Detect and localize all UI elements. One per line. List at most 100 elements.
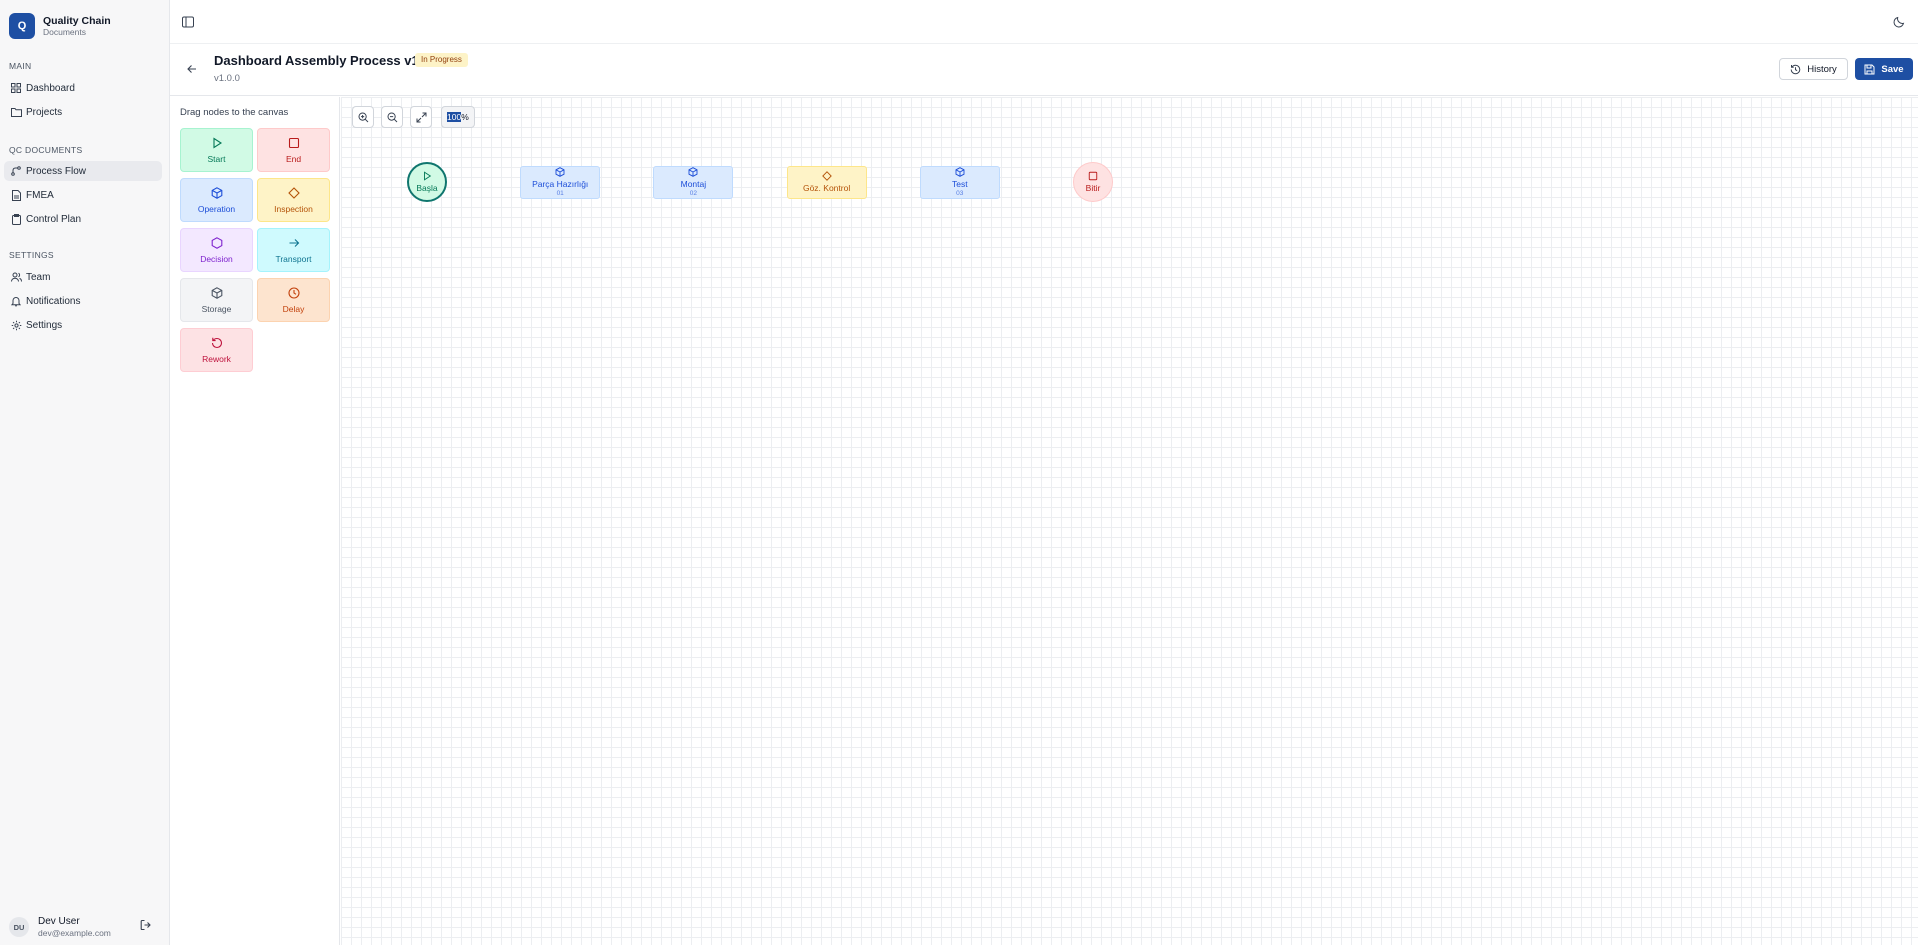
arrow-right-icon [288,237,300,254]
history-icon [1790,64,1801,74]
palette-node-label: Operation [197,203,236,214]
sidebar-toggle-icon[interactable] [182,16,195,29]
sidebar-item-fmea[interactable]: FMEA [4,185,162,205]
sidebar-item-label: Notifications [26,295,81,307]
cube-icon [555,167,565,179]
palette-node-label: Rework [202,353,231,364]
flow-node-start[interactable]: Başla [407,162,447,202]
clock-icon [287,286,300,304]
sidebar-item-label: Dashboard [26,82,75,94]
zoom-level[interactable]: 100% [441,106,475,128]
sidebar-item-team[interactable]: Team [4,267,162,287]
moon-icon[interactable] [1893,16,1906,29]
palette-node-label: Inspection [274,203,313,214]
sidebar-item-label: Settings [26,319,63,331]
flow-node-end[interactable]: Bitir [1073,162,1113,202]
process-flow-canvas[interactable]: 100% Başla Parça Hazırlığı 01 Montaj 02 Göz. … [341,97,1918,945]
history-button-label: History [1807,63,1837,75]
sidebar-item-label: Control Plan [26,213,82,225]
flow-node-number: 02 [689,190,697,197]
status-badge: In Progress [415,53,468,67]
square-icon [1088,171,1098,183]
play-icon [422,171,432,183]
rotate-icon [211,337,223,354]
clipboard-icon [10,213,22,225]
document-version: v1.0.0 [214,73,240,84]
sidebar-item-settings[interactable]: Settings [4,315,162,335]
flow-node-label: Bitir [1085,183,1101,193]
palette-node-label: Delay [282,303,305,314]
palette-node-label: Transport [275,253,312,264]
document-header: Dashboard Assembly Process v1.0 In Progr… [170,44,1918,96]
sidebar-item-process-flow[interactable]: Process Flow [4,161,162,181]
grid-icon [10,82,22,94]
brand[interactable]: Q Quality Chain Documents [9,13,111,39]
folder-icon [10,106,22,118]
user-email: dev@example.com [38,927,111,938]
app-logo: Q [9,13,35,39]
sidebar-item-label: FMEA [26,189,54,201]
logout-icon[interactable] [140,919,154,933]
palette-node-delay[interactable]: Delay [257,278,330,322]
zoom-out-icon [387,112,397,122]
section-label-main: MAIN [9,61,32,71]
box-icon [211,286,223,304]
sidebar-item-notifications[interactable]: Notifications [4,291,162,311]
square-icon [288,137,300,154]
cube-icon [211,186,223,204]
palette-title: Drag nodes to the canvas [180,107,289,118]
sidebar-item-label: Projects [26,106,63,118]
flow-node-operation[interactable]: Test 03 [919,165,1000,199]
history-button[interactable]: History [1779,58,1848,80]
palette-node-transport[interactable]: Transport [257,228,330,272]
sidebar-item-control-plan[interactable]: Control Plan [4,209,162,229]
palette-node-rework[interactable]: Rework [180,328,253,372]
palette-node-operation[interactable]: Operation [180,178,253,222]
save-button[interactable]: Save [1855,58,1913,80]
section-label-settings: SETTINGS [9,250,54,260]
flow-node-label: Göz. Kontrol [802,183,851,193]
play-icon [211,136,223,154]
flow-node-label: Başla [416,183,438,193]
palette-node-start[interactable]: Start [180,128,253,172]
zoom-out-button[interactable] [381,106,403,128]
cube-icon [688,167,698,179]
flow-node-inspection[interactable]: Göz. Kontrol [786,165,867,199]
save-button-label: Save [1881,63,1904,75]
cube-icon [955,167,965,179]
app-subtitle: Documents [43,26,86,37]
sidebar-item-label: Team [26,271,51,283]
palette-node-label: End [285,153,302,164]
palette-node-label: Storage [201,303,232,314]
sidebar-item-projects[interactable]: Projects [4,102,162,122]
zoom-in-button[interactable] [352,106,374,128]
gear-icon [10,319,22,331]
top-bar [170,0,1918,44]
user-name: Dev User [38,915,80,927]
zoom-controls: 100% [352,106,475,128]
user-profile[interactable]: DU Dev User dev@example.com [9,914,159,940]
palette-node-storage[interactable]: Storage [180,278,253,322]
zoom-level-value: 100 [447,112,462,122]
flow-node-operation[interactable]: Parça Hazırlığı 01 [520,165,601,199]
page-title: Dashboard Assembly Process v1.0 [214,53,430,68]
palette-node-label: Start [207,153,226,164]
back-arrow-icon[interactable] [186,63,200,77]
fit-view-button[interactable] [410,106,432,128]
app-name: Quality Chain [43,14,111,27]
palette-node-end[interactable]: End [257,128,330,172]
save-icon [1864,64,1875,74]
flow-node-label: Montaj [680,179,707,189]
hexagon-icon [211,236,223,254]
palette-node-decision[interactable]: Decision [180,228,253,272]
node-palette: Drag nodes to the canvas Start End Operati… [170,97,340,945]
maximize-icon [416,112,426,122]
sidebar-item-label: Process Flow [26,165,87,177]
sidebar-item-dashboard[interactable]: Dashboard [4,78,162,98]
flow-node-label: Parça Hazırlığı [532,179,589,189]
flow-node-number: 03 [956,190,964,197]
palette-node-inspection[interactable]: Inspection [257,178,330,222]
flow-node-label: Test [952,179,968,189]
flow-node-operation[interactable]: Montaj 02 [653,165,734,199]
bell-icon [10,295,22,307]
